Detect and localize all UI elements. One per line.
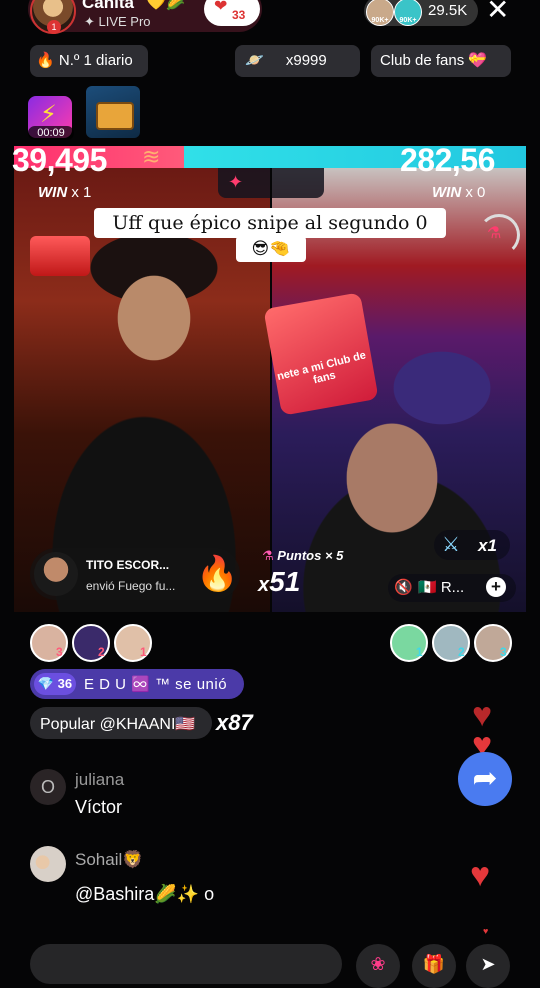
right-rank-num-1: 1 [416, 645, 423, 659]
battle-center-badge-left [218, 168, 270, 198]
share-arrow-icon[interactable]: ➦ [458, 752, 512, 806]
gift-combo: x51 [258, 566, 300, 598]
plus-icon[interactable]: + [486, 577, 506, 597]
points-label: Puntos × 5 [277, 548, 344, 563]
right-win-label: WIN [432, 184, 462, 201]
gloves-icon: ✦ [228, 172, 244, 192]
left-sticker-deco [30, 236, 90, 276]
combo-prefix: x [258, 574, 270, 596]
gifter-name: TITO ESCOR... [86, 558, 170, 572]
right-score: 282,56 [400, 142, 495, 178]
opponent-multiplier: x1 [478, 536, 497, 555]
gift-icon[interactable]: 🎁 [412, 944, 456, 988]
multiplier-chip[interactable]: 🪐 x9999 [235, 45, 360, 77]
comment-username[interactable]: Sohail🦁 [75, 850, 143, 870]
left-rank-num-3: 1 [140, 645, 147, 659]
right-rank-num-2: 2 [458, 645, 465, 659]
video-caption: Uff que épico snipe al segundo 0 [94, 208, 446, 238]
mute-icon[interactable]: 🔇 [394, 578, 413, 596]
left-score: 39,495 [12, 142, 107, 178]
small-heart-icon: ♥ [483, 926, 489, 936]
left-win-count: x 1 [71, 184, 92, 201]
comment-avatar[interactable]: O [30, 769, 66, 805]
rose-icon[interactable]: ❀ [356, 944, 400, 988]
potion-icon: ⚗ [487, 225, 502, 242]
combo-value: 51 [269, 566, 301, 597]
left-win-counter: WIN x 1 [38, 184, 91, 201]
heart-lock-icon: ❤ [214, 0, 228, 15]
treasure-chest-icon [96, 102, 134, 130]
comment-input[interactable] [30, 944, 342, 984]
flame-icon: 🔥 [36, 52, 55, 69]
share-icon[interactable]: ➤ [466, 944, 510, 988]
left-rank-num-2: 2 [98, 645, 105, 659]
viewer-count: 29.5K [428, 2, 468, 19]
right-win-count: x 0 [465, 184, 486, 201]
right-win-counter: WIN x 0 [432, 184, 485, 201]
daily-rank-label: N.º 1 diario [58, 52, 133, 69]
heart-icon: ♥ [470, 856, 491, 894]
host-level-badge: 1 [47, 20, 61, 34]
popular-gift-combo: x87 [216, 710, 253, 735]
fan-club-chip[interactable]: Club de fans 💝 [371, 45, 511, 77]
comment-text: @Bashira🌽✨ o [75, 884, 215, 904]
comment-text: Víctor [75, 797, 123, 817]
close-icon[interactable]: ✕ [486, 0, 509, 26]
hearts-gift-icon: 💝 [468, 52, 488, 69]
left-rank-num-1: 3 [56, 645, 63, 659]
daily-rank-chip[interactable]: 🔥 N.º 1 diario [30, 45, 148, 77]
right-rank-num-3: 3 [500, 645, 507, 659]
fireball-gift-icon: 🔥 [196, 555, 239, 593]
user-joined-text: E D U ♾️ ™ se unió [84, 676, 228, 693]
fan-club-label: Club de fans [380, 52, 465, 69]
user-level-badge: 💎 36 [34, 673, 76, 695]
host-name-decoration: 💛🌽 [146, 0, 186, 11]
video-caption-emoji: 😎🤏 [236, 236, 306, 262]
crossed-swords-icon: ⚔ [442, 534, 460, 556]
gifter-avatar [34, 552, 78, 596]
opponent-name: 🇲🇽 R... [418, 579, 465, 596]
planet-icon: 🪐 [245, 52, 264, 69]
battle-center-badge-right [272, 168, 324, 198]
potion-points-icon: ⚗ [262, 548, 274, 563]
comment-avatar[interactable] [30, 846, 66, 882]
host-name: Canita [82, 0, 134, 12]
popular-gift-text: Popular @KHAANI🇺🇸 [40, 716, 196, 733]
lightning-glyph: ⚡ [40, 101, 57, 128]
host-subtitle: ✦ LIVE Pro [84, 14, 151, 29]
points-multiplier: ⚗ Puntos × 5 [262, 548, 343, 564]
multiplier-label: x9999 [285, 52, 327, 69]
score-flame-icon: ≋ [142, 144, 161, 169]
left-win-label: WIN [38, 184, 68, 201]
comment-username[interactable]: juliana [75, 770, 124, 790]
boost-timer: 00:09 [28, 126, 74, 140]
gifter-action: envió Fuego fu... [86, 579, 176, 593]
fan-badge-count: 33 [232, 8, 246, 22]
